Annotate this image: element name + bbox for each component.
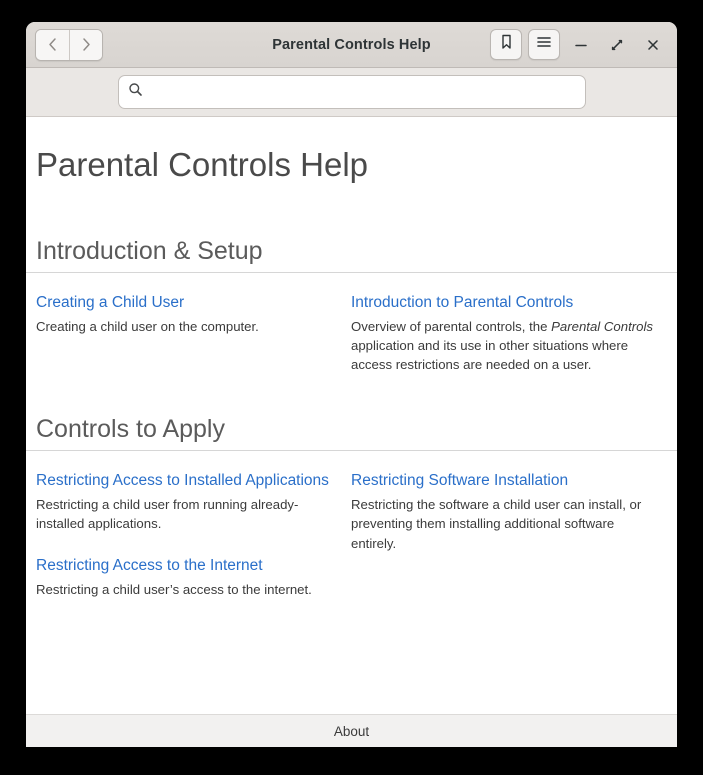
about-link[interactable]: About bbox=[334, 724, 369, 739]
help-content: Parental Controls Help Introduction & Se… bbox=[26, 117, 677, 714]
section-heading: Controls to Apply bbox=[26, 415, 677, 451]
maximize-button[interactable] bbox=[602, 30, 632, 60]
topic-description: Restricting the software a child user ca… bbox=[351, 495, 656, 552]
close-button[interactable] bbox=[638, 30, 668, 60]
maximize-icon bbox=[609, 37, 625, 53]
minimize-button[interactable] bbox=[566, 30, 596, 60]
help-topic-entry: Restricting Access to Installed Applicat… bbox=[36, 471, 331, 534]
back-button[interactable] bbox=[36, 29, 69, 60]
topic-description: Restricting a child user’s access to the… bbox=[36, 580, 331, 599]
search-bar bbox=[26, 68, 677, 117]
close-icon bbox=[645, 37, 661, 53]
bookmark-button[interactable] bbox=[490, 29, 522, 60]
help-topic-entry: Creating a Child User Creating a child u… bbox=[36, 293, 331, 337]
topic-description-text: Creating a child user on the computer. bbox=[36, 319, 259, 335]
topic-link[interactable]: Introduction to Parental Controls bbox=[351, 293, 656, 314]
topic-description-text: Restricting a child user from running al… bbox=[36, 497, 299, 532]
section-column-left: Restricting Access to Installed Applicat… bbox=[26, 471, 351, 600]
topic-description-text-cont: application and its use in other situati… bbox=[351, 338, 629, 373]
section-grid: Restricting Access to Installed Applicat… bbox=[26, 451, 677, 600]
search-input[interactable] bbox=[149, 84, 576, 100]
topic-description: Creating a child user on the computer. bbox=[36, 317, 331, 336]
topic-description-emphasis: Parental Controls bbox=[551, 319, 653, 335]
topic-link[interactable]: Creating a Child User bbox=[36, 293, 331, 314]
main-menu-button[interactable] bbox=[528, 29, 560, 60]
help-topic-entry: Restricting Access to the Internet Restr… bbox=[36, 556, 331, 600]
page-title: Parental Controls Help bbox=[36, 146, 368, 183]
help-window: Parental Controls Help Parental Controls… bbox=[26, 22, 677, 747]
topic-link[interactable]: Restricting Access to the Internet bbox=[36, 556, 331, 577]
section-column-right: Introduction to Parental Controls Overvi… bbox=[351, 293, 676, 375]
forward-button[interactable] bbox=[69, 29, 102, 60]
topic-description-text: Overview of parental controls, the bbox=[351, 319, 552, 335]
navigation-button-group bbox=[35, 28, 103, 61]
section-column-right: Restricting Software Installation Restri… bbox=[351, 471, 676, 600]
topic-description-text: Restricting a child user’s access to the… bbox=[36, 582, 312, 598]
topic-link[interactable]: Restricting Access to Installed Applicat… bbox=[36, 471, 331, 492]
headerbar-actions bbox=[490, 29, 668, 60]
topic-description-text: Restricting the software a child user ca… bbox=[351, 497, 642, 551]
search-field[interactable] bbox=[117, 75, 586, 109]
section-grid: Creating a Child User Creating a child u… bbox=[26, 273, 677, 375]
chevron-right-icon bbox=[80, 37, 93, 52]
section-column-left: Creating a Child User Creating a child u… bbox=[26, 293, 351, 375]
bookmark-icon bbox=[500, 34, 513, 55]
help-section: Controls to Apply Restricting Access to … bbox=[26, 415, 677, 600]
help-topic-entry: Restricting Software Installation Restri… bbox=[351, 471, 656, 553]
hamburger-menu-icon bbox=[536, 35, 552, 54]
footer-bar: About bbox=[26, 714, 677, 747]
window-headerbar: Parental Controls Help bbox=[26, 22, 677, 68]
topic-description: Restricting a child user from running al… bbox=[36, 495, 331, 533]
search-icon bbox=[128, 82, 143, 102]
help-section: Introduction & Setup Creating a Child Us… bbox=[26, 237, 677, 375]
minimize-icon bbox=[573, 37, 589, 53]
topic-link[interactable]: Restricting Software Installation bbox=[351, 471, 656, 492]
section-heading: Introduction & Setup bbox=[26, 237, 677, 273]
help-topic-entry: Introduction to Parental Controls Overvi… bbox=[351, 293, 656, 375]
chevron-left-icon bbox=[46, 37, 59, 52]
topic-description: Overview of parental controls, the Paren… bbox=[351, 317, 656, 374]
